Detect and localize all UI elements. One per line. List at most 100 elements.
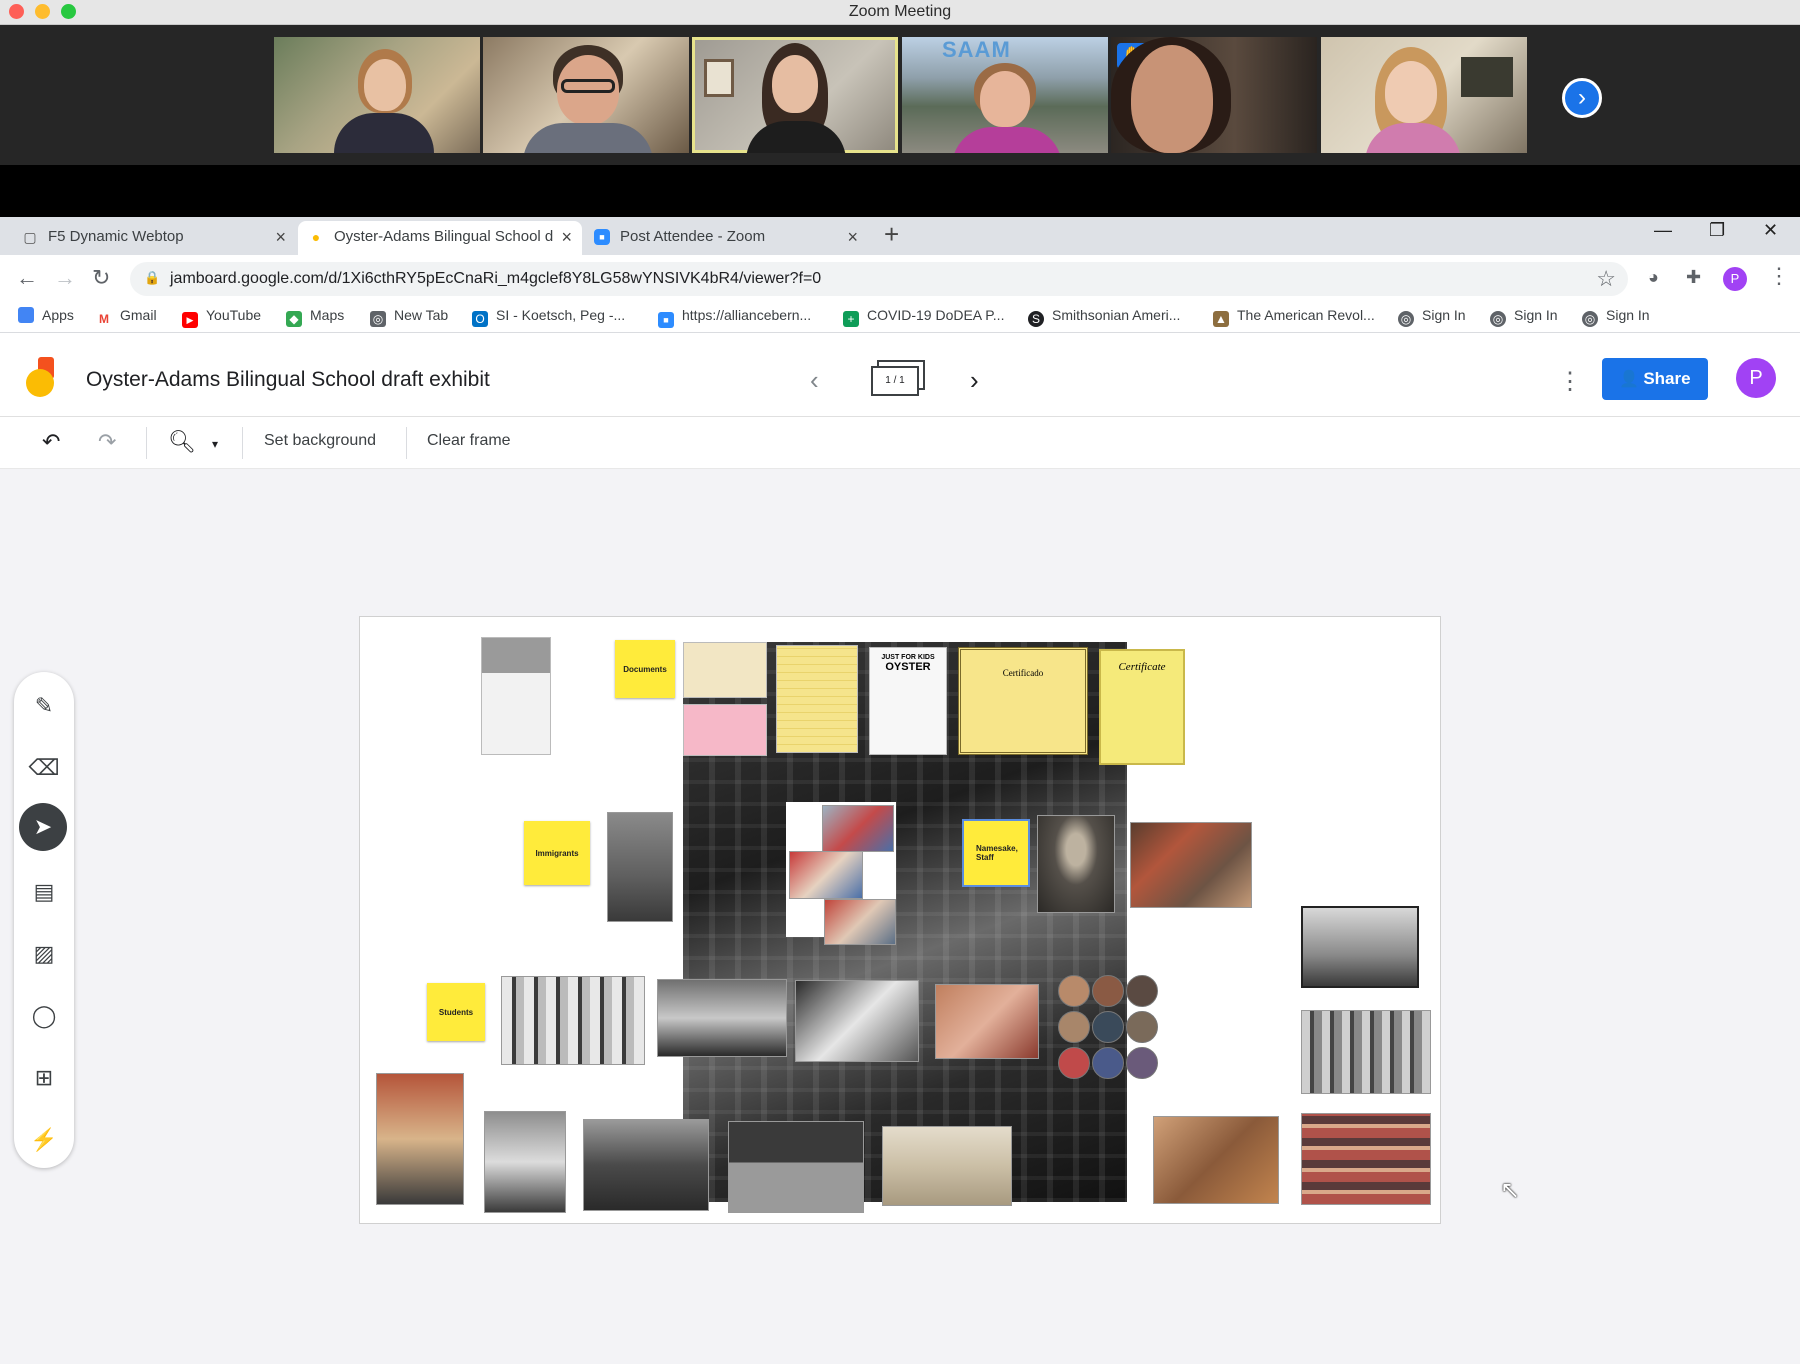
bookmark-sign-in-1[interactable]: ◎ Sign In [1398, 307, 1466, 327]
browser-menu-icon[interactable]: ⋮ [1768, 263, 1790, 289]
winter-building-photo[interactable] [1301, 906, 1419, 988]
student-costume-photo[interactable] [376, 1073, 464, 1205]
set-background-button[interactable]: Set background [264, 432, 376, 450]
bookmark-gmail[interactable]: M Gmail [96, 307, 157, 327]
add-image-tool-icon[interactable]: ▨ [24, 934, 64, 974]
yellow-form-document-image[interactable] [776, 645, 858, 753]
zoom-magnifier-icon[interactable]: 🔍︎ [168, 429, 196, 455]
sticky-note-students[interactable]: Students [427, 983, 485, 1041]
vintage-school-building-photo[interactable] [882, 1126, 1012, 1206]
participant-video-2[interactable] [483, 37, 689, 153]
performance-photo[interactable] [935, 984, 1039, 1059]
bookmark-sign-in-2[interactable]: ◎ Sign In [1490, 307, 1558, 327]
participant-video-1[interactable] [274, 37, 480, 153]
extensions-puzzle-icon[interactable]: ✚ [1686, 267, 1701, 288]
jam-title[interactable]: Oyster-Adams Bilingual School draft exhi… [86, 368, 490, 392]
close-tab-icon[interactable]: × [557, 221, 572, 253]
student-portrait-circle[interactable] [1092, 975, 1124, 1007]
forward-arrow-icon[interactable]: → [54, 265, 76, 291]
window-restore-icon[interactable]: ❐ [1709, 220, 1725, 241]
students-playground-photo-3[interactable] [824, 899, 896, 945]
account-avatar[interactable]: P [1736, 358, 1776, 398]
frame-bar-button[interactable]: 1 / 1 [871, 360, 927, 398]
more-options-icon[interactable]: ⋮ [1558, 367, 1582, 396]
newspaper-clipping-image[interactable] [481, 637, 551, 755]
participant-video-5[interactable]: ✋ [1111, 37, 1317, 153]
student-portrait-circle[interactable] [1126, 975, 1158, 1007]
pen-tool-icon[interactable]: ✎ [24, 686, 64, 726]
jamboard-logo-icon[interactable] [26, 357, 58, 397]
bookmark-alliancebern[interactable]: ■ https://alliancebern... [658, 307, 811, 328]
participant-video-6[interactable] [1321, 37, 1527, 153]
profile-avatar[interactable]: P [1723, 267, 1747, 291]
student-portrait-circle[interactable] [1058, 1047, 1090, 1079]
student-portrait-circle[interactable] [1058, 1011, 1090, 1043]
zoom-dropdown-icon[interactable]: ▾ [212, 437, 218, 451]
student-portrait-circle[interactable] [1126, 1011, 1158, 1043]
extension-circle-icon[interactable]: ◕ [1648, 267, 1659, 288]
namesake-portrait-photo[interactable] [1037, 815, 1115, 913]
previous-frame-chevron-icon[interactable]: ‹ [810, 365, 819, 396]
sticky-note-documents[interactable]: Documents [615, 640, 675, 698]
participant-video-3-active-speaker[interactable] [692, 37, 898, 153]
tab-post-attendee-zoom[interactable]: ■ Post Attendee - Zoom × [584, 221, 868, 255]
bookmark-maps[interactable]: ◆ Maps [286, 307, 344, 327]
bookmark-si-koetsch[interactable]: O SI - Koetsch, Peg -... [472, 307, 625, 327]
immigrant-family-photo[interactable] [607, 812, 673, 922]
bookmark-apps[interactable]: Apps [18, 307, 74, 323]
reload-icon[interactable]: ↻ [92, 265, 110, 291]
students-line-photo[interactable] [484, 1111, 566, 1213]
tab-f5-dynamic-webtop[interactable]: ▢ F5 Dynamic Webtop × [12, 221, 296, 255]
outdoor-class-photo[interactable] [1153, 1116, 1279, 1204]
school-exterior-photo[interactable] [583, 1119, 709, 1211]
class-group-photo-2[interactable] [1301, 1010, 1431, 1094]
drawing-document-image[interactable] [683, 642, 767, 698]
just-for-kids-flyer-image[interactable]: JUST FOR KIDS OYSTER [869, 647, 947, 755]
next-participants-button[interactable]: › [1562, 78, 1602, 118]
laser-tool-icon[interactable]: ⚡ [24, 1120, 64, 1160]
address-bar[interactable]: 🔒 jamboard.google.com/d/1Xi6cthRY5pEcCna… [130, 262, 1628, 296]
student-portrait-circle[interactable] [1058, 975, 1090, 1007]
class-group-photo-color[interactable] [1301, 1113, 1431, 1205]
bookmark-american-revolution[interactable]: ▲ The American Revol... [1213, 307, 1375, 327]
back-arrow-icon[interactable]: ← [16, 265, 38, 291]
student-portrait-circle[interactable] [1092, 1047, 1124, 1079]
class-group-photo-1[interactable] [501, 976, 645, 1065]
bookmark-new-tab[interactable]: ◎ New Tab [370, 307, 448, 327]
students-playground-photo-2[interactable] [789, 851, 863, 899]
close-tab-icon[interactable]: × [275, 221, 286, 253]
share-button[interactable]: 👤 Share [1602, 358, 1708, 400]
new-tab-button[interactable]: + [884, 219, 899, 250]
clear-frame-button[interactable]: Clear frame [427, 432, 511, 450]
staff-group-photo[interactable] [1130, 822, 1252, 908]
bookmark-smithsonian[interactable]: S Smithsonian Ameri... [1028, 307, 1180, 327]
next-frame-chevron-icon[interactable]: › [970, 365, 979, 396]
bookmark-covid-dodea[interactable]: + COVID-19 DoDEA P... [843, 307, 1004, 327]
classroom-photo-2[interactable] [795, 980, 919, 1062]
bookmark-star-icon[interactable]: ☆ [1596, 266, 1616, 292]
pink-document-image[interactable] [683, 704, 767, 756]
science-fair-certificate-image[interactable]: Certificate [1099, 649, 1185, 765]
bookmark-youtube[interactable]: ▶ YouTube [182, 307, 261, 328]
tab-jamboard[interactable]: ● Oyster-Adams Bilingual School d × [298, 221, 582, 255]
student-portrait-circle[interactable] [1092, 1011, 1124, 1043]
bookmark-sign-in-3[interactable]: ◎ Sign In [1582, 307, 1650, 327]
circle-shape-tool-icon[interactable]: ◯ [24, 996, 64, 1036]
redo-icon[interactable]: ↷ [98, 429, 116, 455]
eraser-tool-icon[interactable]: ⌫ [24, 748, 64, 788]
classroom-chalkboard-photo[interactable] [728, 1121, 864, 1213]
close-tab-icon[interactable]: × [847, 221, 858, 253]
undo-icon[interactable]: ↶ [42, 429, 60, 455]
classroom-photo-1[interactable] [657, 979, 787, 1057]
students-playground-photo-1[interactable] [822, 805, 894, 852]
window-minimize-icon[interactable]: — [1654, 220, 1672, 241]
text-box-tool-icon[interactable]: ⊞ [24, 1058, 64, 1098]
window-close-icon[interactable]: ✕ [1763, 220, 1778, 241]
sticky-note-namesake-staff[interactable]: Namesake, Staff [962, 819, 1030, 887]
select-tool-cursor-icon[interactable]: ➤ [19, 803, 67, 851]
sticky-note-immigrants[interactable]: Immigrants [524, 821, 590, 885]
student-portrait-circle[interactable] [1126, 1047, 1158, 1079]
participant-video-4[interactable]: SAAM [902, 37, 1108, 153]
sticky-note-tool-icon[interactable]: ▤ [24, 872, 64, 912]
certificado-image[interactable]: Certificado [958, 647, 1088, 755]
